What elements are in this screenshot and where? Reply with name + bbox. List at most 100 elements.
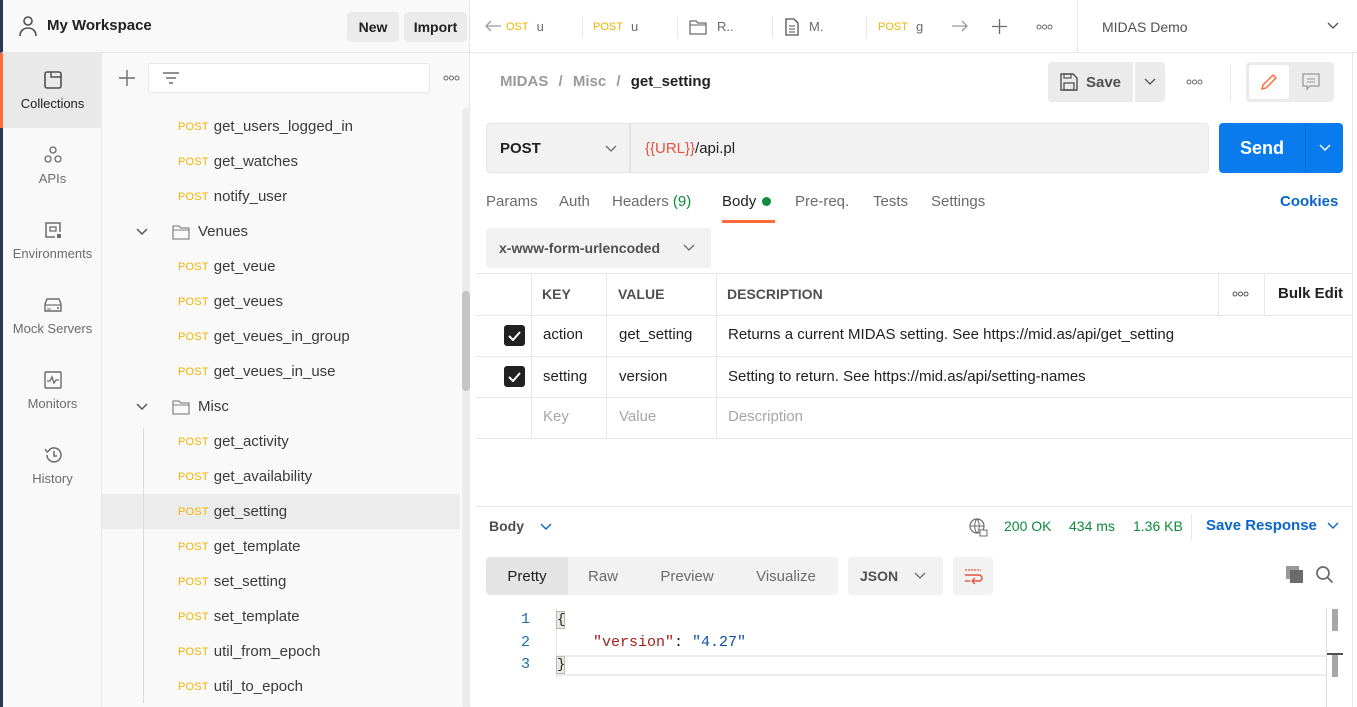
tree-request[interactable]: POST get_users_logged_in <box>102 109 460 144</box>
breadcrumb-item[interactable]: Misc <box>573 73 606 90</box>
response-section-select[interactable]: Body <box>489 518 552 534</box>
tree-request[interactable]: POST get_template <box>102 529 460 564</box>
sidebar-item-mock-servers[interactable]: Mock Servers <box>3 278 102 353</box>
new-description-input[interactable]: Description <box>728 408 803 425</box>
tree-request[interactable]: POST get_veue <box>102 249 460 284</box>
sidebar-item-apis[interactable]: APIs <box>3 128 102 203</box>
breadcrumb-current[interactable]: get_setting <box>631 73 711 90</box>
response-size[interactable]: 1.36 KB <box>1133 518 1183 534</box>
param-description[interactable]: Setting to return. See https://mid.as/ap… <box>728 368 1086 385</box>
tab-auth[interactable]: Auth <box>559 193 590 210</box>
tree-request[interactable]: POST get_setting <box>102 494 460 529</box>
tab-body[interactable]: Body <box>722 193 772 210</box>
new-tab-icon[interactable] <box>991 18 1008 35</box>
chevron-down-icon[interactable] <box>136 228 148 236</box>
tab-request-1[interactable]: OST u <box>506 0 586 53</box>
sidebar-label: APIs <box>38 171 67 186</box>
sidebar-nav: Collections APIs Environments Mock Serve… <box>0 53 102 707</box>
view-preview[interactable]: Preview <box>638 557 736 595</box>
tab-params[interactable]: Params <box>486 193 538 210</box>
workspace-title[interactable]: My Workspace <box>47 17 152 34</box>
tab-scroll-right-icon[interactable] <box>951 19 969 33</box>
response-status[interactable]: 200 OK <box>1004 518 1051 534</box>
tab-request-3[interactable]: POST g <box>878 0 938 53</box>
chevron-down-icon[interactable] <box>136 403 148 411</box>
response-divider[interactable] <box>476 506 1352 507</box>
param-key[interactable]: action <box>543 326 583 343</box>
body-type-select[interactable]: x-www-form-urlencoded <box>486 228 711 268</box>
param-description[interactable]: Returns a current MIDAS setting. See htt… <box>728 326 1174 343</box>
table-more-icon[interactable] <box>1232 291 1249 297</box>
tree-folder[interactable]: Misc <box>102 389 460 424</box>
sidebar-item-history[interactable]: History <box>3 428 102 503</box>
tree-request[interactable]: POST get_veues_in_use <box>102 354 460 389</box>
method-select[interactable]: POST <box>486 123 630 173</box>
breadcrumb-separator: / <box>558 73 563 90</box>
tab-document[interactable]: M. <box>785 0 865 53</box>
param-value[interactable]: version <box>619 368 667 385</box>
bulk-edit-button[interactable]: Bulk Edit <box>1278 285 1343 302</box>
sidebar-item-monitors[interactable]: Monitors <box>3 353 102 428</box>
collections-tree: POST get_users_logged_in POST get_watches PO… <box>102 53 470 707</box>
wrap-lines-button[interactable] <box>953 557 993 595</box>
param-enabled-checkbox[interactable] <box>504 366 525 387</box>
editor-scrollbar-track[interactable] <box>1326 608 1327 707</box>
tree-request[interactable]: POST get_veues <box>102 284 460 319</box>
sidebar-item-environments[interactable]: Environments <box>3 203 102 278</box>
breadcrumb-item[interactable]: MIDAS <box>500 73 548 90</box>
tree-request[interactable]: POST get_veues_in_group <box>102 319 460 354</box>
tab-tests[interactable]: Tests <box>873 193 908 210</box>
tree-request[interactable]: POST get_watches <box>102 144 460 179</box>
sidebar-item-collections[interactable]: Collections <box>0 53 102 128</box>
tree-request[interactable]: POST notify_user <box>102 179 460 214</box>
add-collection-icon[interactable] <box>118 69 136 87</box>
url-input[interactable]: {{URL}}/api.pl <box>630 123 1209 173</box>
environment-name: MIDAS Demo <box>1102 18 1188 35</box>
editor-scrollbar-thumb[interactable] <box>1332 609 1338 631</box>
tab-request-2[interactable]: POST u <box>593 0 673 53</box>
response-format-select[interactable]: JSON <box>848 557 943 595</box>
new-button[interactable]: New <box>347 12 399 42</box>
param-key[interactable]: setting <box>543 368 587 385</box>
tree-request[interactable]: POST util_to_epoch <box>102 669 460 704</box>
request-more-icon[interactable] <box>1186 79 1203 85</box>
more-icon[interactable] <box>443 75 460 81</box>
save-button[interactable]: Save <box>1048 62 1133 102</box>
tree-request[interactable]: POST util_from_epoch <box>102 634 460 669</box>
globe-lock-icon[interactable] <box>968 517 988 537</box>
tree-request[interactable]: POST set_setting <box>102 564 460 599</box>
table-border <box>476 356 1352 357</box>
new-key-input[interactable]: Key <box>543 408 569 425</box>
filter-input[interactable] <box>148 63 430 93</box>
send-options-button[interactable] <box>1305 123 1343 173</box>
view-pretty[interactable]: Pretty <box>486 557 568 595</box>
tree-scrollbar-thumb[interactable] <box>462 291 470 391</box>
import-button[interactable]: Import <box>404 12 467 42</box>
tree-request[interactable]: POST get_availability <box>102 459 460 494</box>
environment-selector[interactable]: MIDAS Demo <box>1077 0 1357 53</box>
tab-pre-request[interactable]: Pre-req. <box>795 193 849 210</box>
tabs-more-icon[interactable] <box>1036 24 1053 30</box>
tree-scrollbar[interactable] <box>462 108 470 707</box>
send-button[interactable]: Send <box>1219 123 1305 173</box>
save-options-button[interactable] <box>1135 62 1165 102</box>
tree-folder[interactable]: Venues <box>102 214 460 249</box>
view-visualize[interactable]: Visualize <box>736 557 836 595</box>
response-time[interactable]: 434 ms <box>1069 518 1115 534</box>
save-response-button[interactable]: Save Response <box>1206 517 1339 534</box>
param-enabled-checkbox[interactable] <box>504 325 525 346</box>
tree-request[interactable]: POST get_activity <box>102 424 460 459</box>
tab-folder[interactable]: R.. <box>689 0 769 53</box>
copy-icon[interactable] <box>1285 565 1304 584</box>
tree-request[interactable]: POST set_template <box>102 599 460 634</box>
cookies-link[interactable]: Cookies <box>1280 193 1338 210</box>
view-raw[interactable]: Raw <box>568 557 638 595</box>
tab-headers[interactable]: Headers (9) <box>612 193 691 210</box>
tab-scroll-left-icon[interactable] <box>484 19 502 33</box>
comments-button[interactable] <box>1291 65 1331 99</box>
edit-mode-button[interactable] <box>1249 65 1289 99</box>
search-icon[interactable] <box>1315 565 1334 584</box>
tab-settings[interactable]: Settings <box>931 193 985 210</box>
new-value-input[interactable]: Value <box>619 408 656 425</box>
param-value[interactable]: get_setting <box>619 326 692 343</box>
